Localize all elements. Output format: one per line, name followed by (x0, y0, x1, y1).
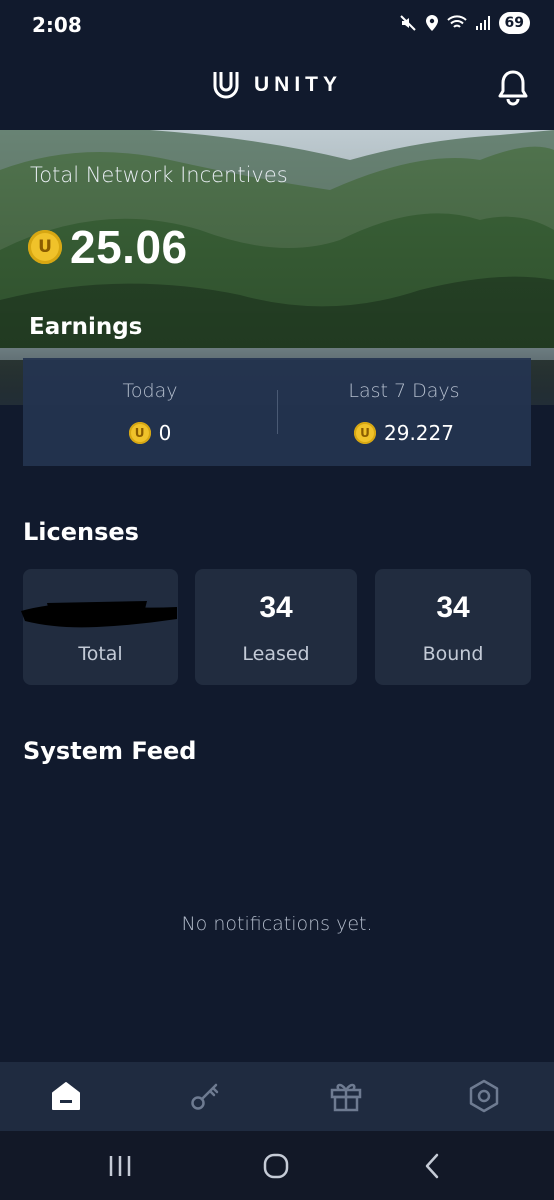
tab-settings[interactable] (464, 1076, 504, 1116)
unity-coin-icon: U (354, 422, 376, 444)
signal-icon (475, 16, 490, 30)
home-icon (52, 1082, 80, 1110)
brand-name: UNITY (254, 73, 342, 96)
license-leased-value: 34 (259, 591, 293, 624)
licenses-title: Licenses (23, 518, 139, 546)
license-card-leased[interactable]: 34 Leased (195, 569, 357, 685)
license-leased-label: Leased (242, 643, 310, 665)
feed-empty-message: No notifications yet. (181, 913, 373, 935)
license-card-total[interactable]: Total (21, 569, 178, 685)
status-time: 2:08 (32, 13, 82, 37)
earnings-card: Today U 0 Last 7 Days U 29.227 (23, 358, 531, 466)
recent-apps-button[interactable] (100, 1151, 140, 1181)
earnings-today: Today U 0 (23, 358, 277, 466)
unity-coin-icon: U (28, 230, 62, 264)
redaction-scribble (21, 601, 177, 628)
back-chevron-icon (425, 1153, 439, 1179)
back-button[interactable] (412, 1151, 452, 1181)
mute-icon (399, 15, 416, 31)
wifi-icon (446, 15, 467, 28)
earnings-last7-value: 29.227 (384, 421, 454, 445)
location-icon (425, 15, 438, 31)
key-icon (191, 1083, 219, 1110)
settings-hexagon-icon (469, 1079, 499, 1113)
brand-logo: UNITY (212, 70, 342, 100)
status-icons: 69 (399, 12, 530, 34)
earnings-today-label: Today (122, 380, 178, 402)
bell-icon (498, 70, 528, 106)
total-network-incentives-value: 25.06 (70, 221, 188, 273)
license-total-label: Total (78, 643, 123, 665)
status-bar: 2:08 69 (0, 0, 554, 52)
earnings-today-value: 0 (158, 421, 172, 445)
battery-indicator: 69 (498, 12, 530, 34)
license-card-bound[interactable]: 34 Bound (375, 569, 531, 685)
system-feed-title: System Feed (23, 737, 197, 765)
gift-icon (330, 1083, 362, 1112)
tab-rewards[interactable] (326, 1076, 366, 1116)
total-network-incentives: U 25.06 (28, 220, 188, 274)
app-header: UNITY (0, 52, 554, 130)
earnings-last-7-days: Last 7 Days U 29.227 (277, 358, 531, 466)
home-nav-button[interactable] (256, 1151, 296, 1181)
system-navigation-bar (0, 1131, 554, 1200)
unity-u-logo (213, 72, 239, 99)
earnings-last7-label: Last 7 Days (348, 380, 460, 402)
bottom-tab-bar (0, 1062, 554, 1131)
home-circle-icon (263, 1153, 289, 1179)
earnings-title: Earnings (29, 314, 143, 340)
total-network-incentives-label: Total Network Incentives (30, 163, 288, 187)
recent-apps-icon (109, 1156, 131, 1176)
tab-home[interactable] (46, 1076, 86, 1116)
notifications-button[interactable] (496, 68, 530, 110)
tab-licenses[interactable] (185, 1076, 225, 1116)
license-bound-value: 34 (436, 591, 470, 624)
unity-coin-icon: U (128, 422, 151, 444)
license-bound-label: Bound (422, 643, 484, 665)
